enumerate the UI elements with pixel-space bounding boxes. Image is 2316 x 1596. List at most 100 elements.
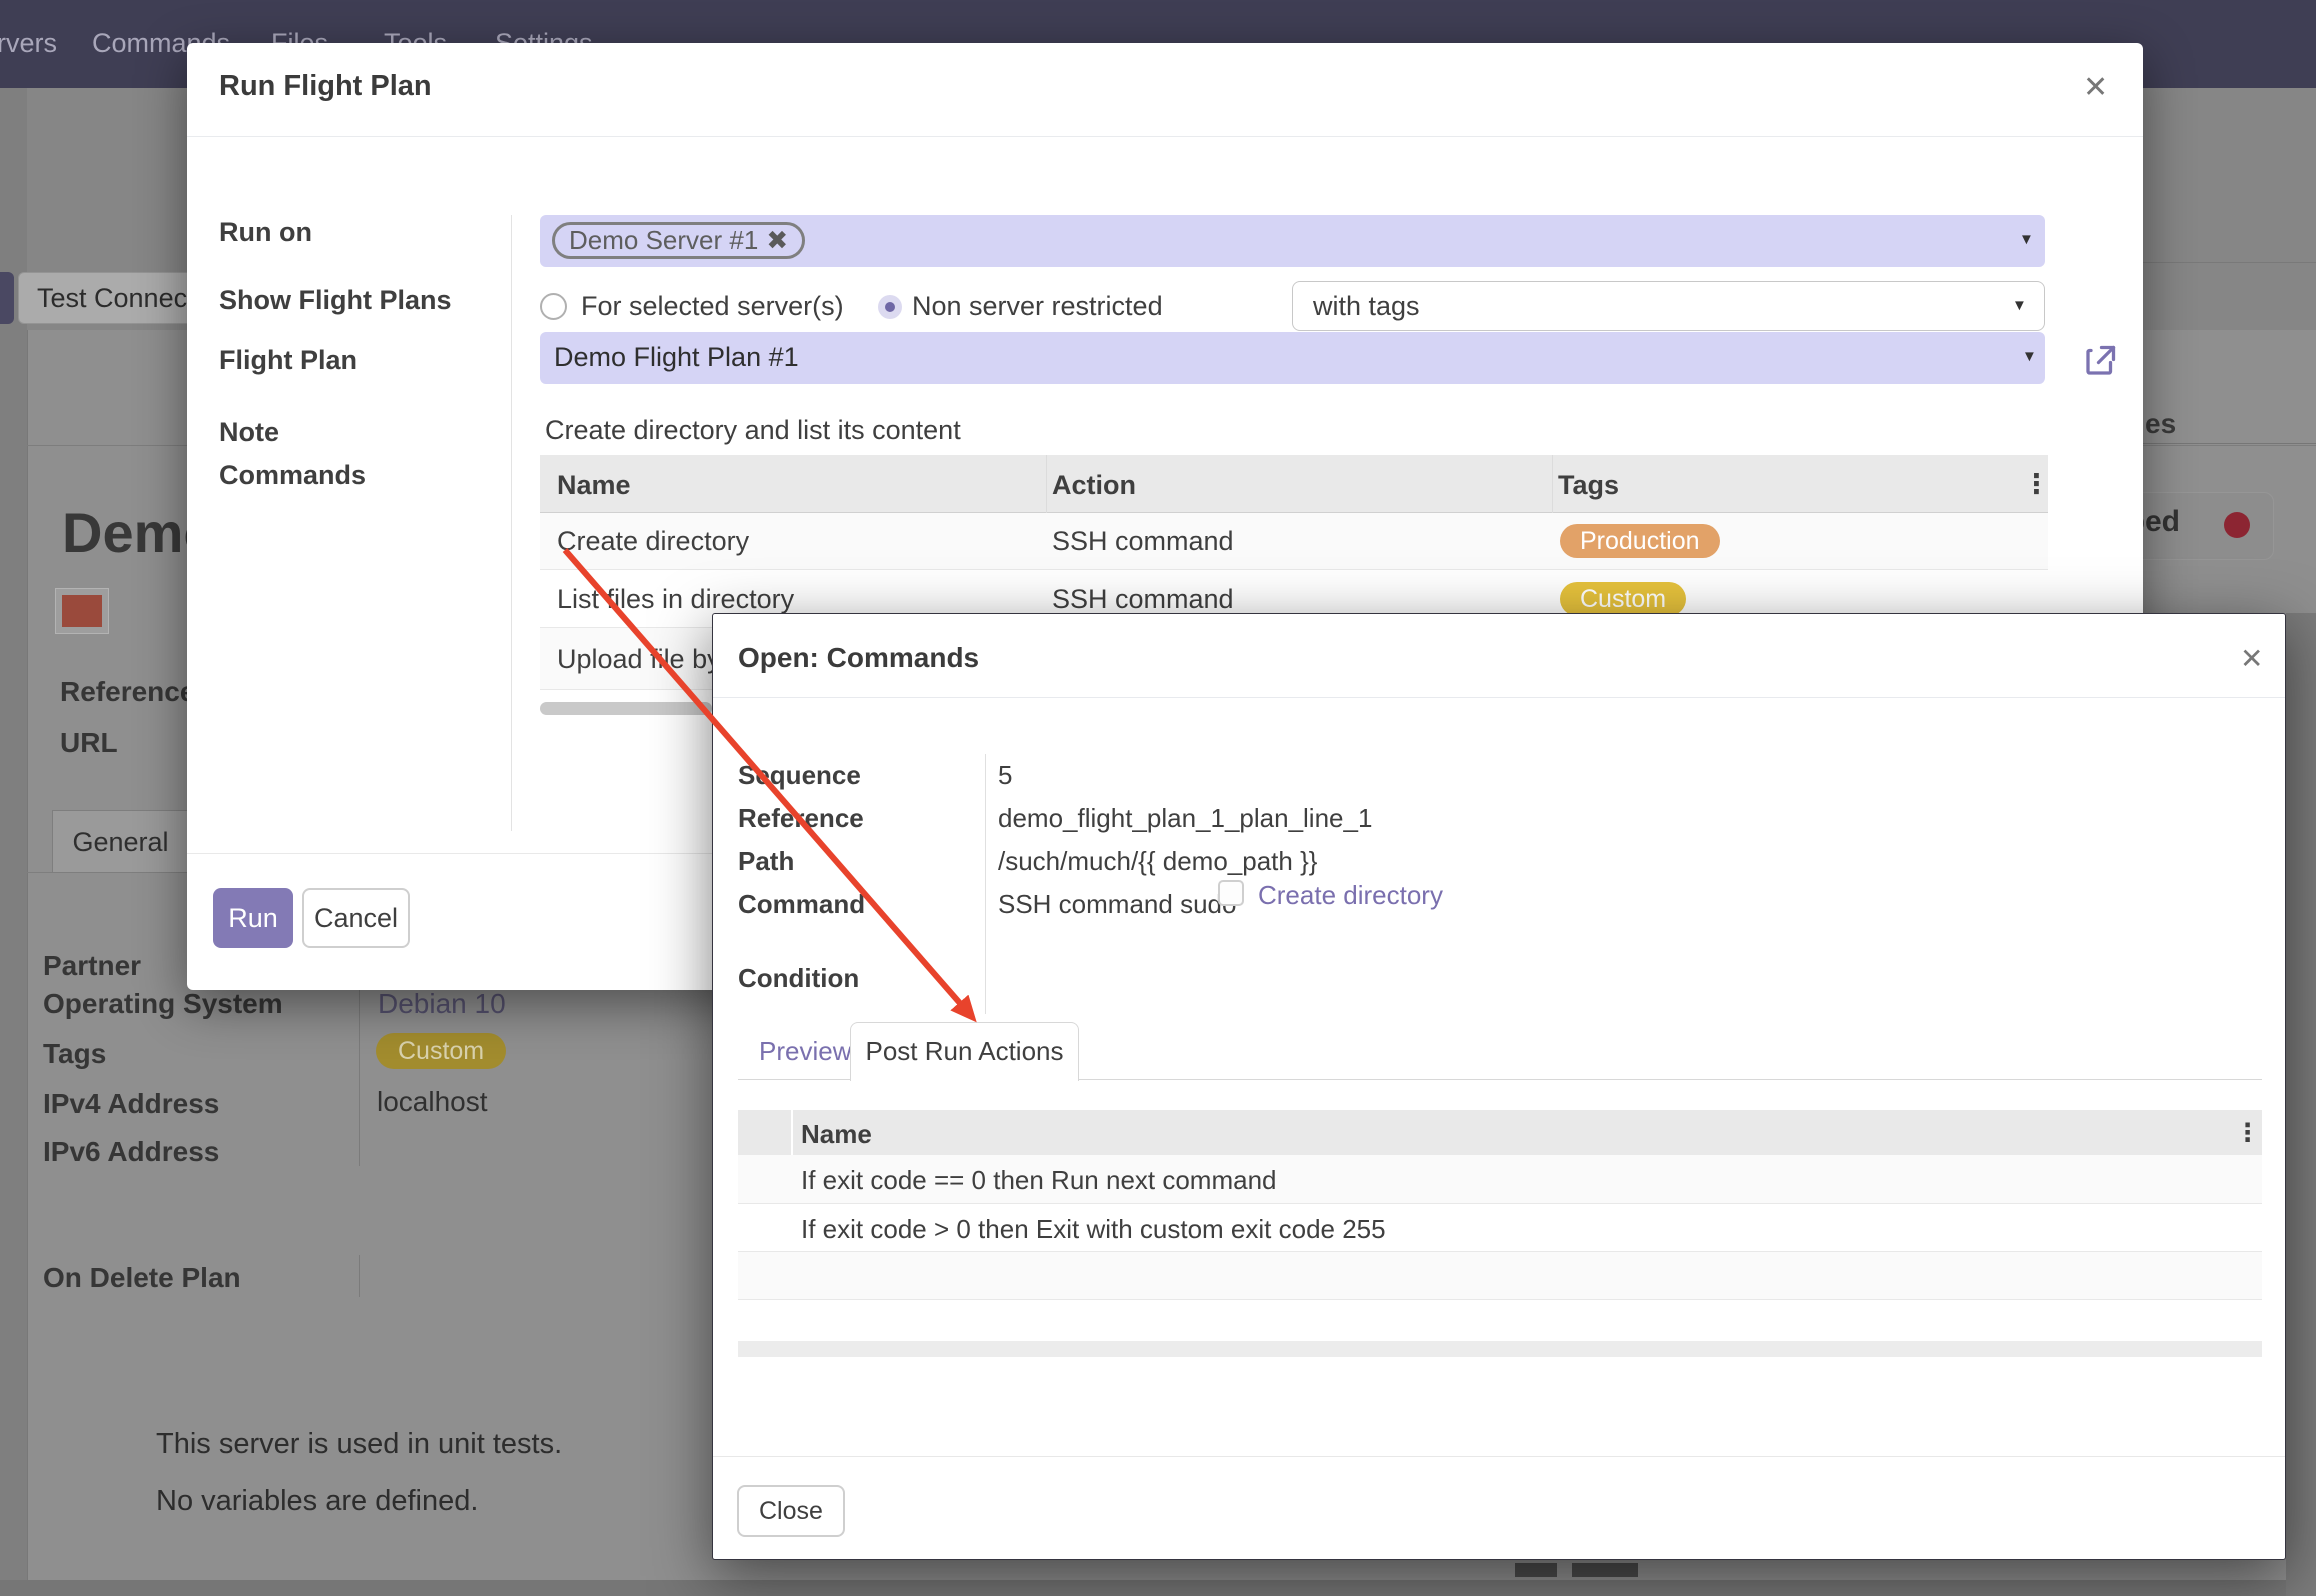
flight-plan-value: Demo Flight Plan #1 [554, 342, 799, 373]
label-ipv4: IPv4 Address [43, 1088, 219, 1120]
label-reference: Reference [738, 803, 864, 834]
label-path: Path [738, 846, 794, 877]
label-operating-system: Operating System [43, 988, 283, 1020]
form-column-separator [359, 990, 360, 1166]
run-on-multiselect[interactable]: Demo Server #1 ✖ [540, 215, 2045, 267]
tab-general[interactable]: General [52, 810, 189, 873]
dialog-title: Open: Commands [738, 642, 979, 674]
value-command: SSH command sudo [998, 889, 1236, 920]
value-sequence: 5 [998, 760, 1012, 791]
label-commands: Commands [219, 460, 366, 491]
column-header-tags[interactable]: Tags [1558, 470, 1619, 501]
open-commands-dialog: Open: Commands ✕ Sequence Reference Path… [712, 613, 2286, 1560]
table-row[interactable]: Create directory SSH command Production [540, 513, 2048, 570]
bg-row-divider [2143, 262, 2316, 263]
tab-preview[interactable]: Preview [759, 1023, 851, 1079]
tag-badge-custom: Custom [1560, 582, 1686, 616]
value-operating-system[interactable]: Debian 10 [378, 988, 506, 1020]
dialog-header-divider [187, 136, 2143, 137]
close-button[interactable]: Close [737, 1485, 845, 1537]
tags-filter-select[interactable]: with tags [1292, 281, 2045, 331]
create-directory-link[interactable]: Create directory [1258, 880, 1443, 911]
column-header-action[interactable]: Action [1052, 470, 1136, 501]
column-header-name[interactable]: Name [801, 1119, 872, 1150]
label-condition: Condition [738, 963, 859, 994]
column-separator [1046, 455, 1047, 513]
server-note-line2: No variables are defined. [156, 1485, 478, 1518]
close-icon[interactable]: ✕ [2240, 644, 2263, 674]
flight-plan-select[interactable]: Demo Flight Plan #1 [540, 332, 2045, 384]
table-options-icon[interactable]: ⋮ [2235, 1118, 2260, 1148]
dialog-title: Run Flight Plan [219, 70, 432, 103]
column-header-name[interactable]: Name [557, 470, 631, 501]
radio-non-server-restricted[interactable] [878, 295, 902, 319]
cell-action: SSH command [1052, 584, 1234, 615]
cell-name: List files in directory [557, 584, 794, 615]
horizontal-scrollbar[interactable] [540, 702, 712, 715]
table-row[interactable]: If exit code == 0 then Run next command [738, 1155, 2262, 1204]
run-button[interactable]: Run [213, 888, 293, 948]
chevron-down-icon[interactable]: ▼ [2012, 297, 2027, 314]
radio-selected-dot [885, 302, 895, 312]
color-swatch-fill [62, 595, 102, 627]
page-bottom-margin [0, 1580, 2316, 1596]
clipped-column-text: es [2145, 408, 2176, 440]
dialog-footer-divider [713, 1456, 2285, 1457]
table-footer-band [738, 1341, 2262, 1357]
label-url: URL [60, 727, 118, 759]
selected-server-tag[interactable]: Demo Server #1 ✖ [552, 222, 805, 259]
clipped-primary-button[interactable] [0, 272, 14, 324]
column-separator [1552, 455, 1553, 513]
label-flight-plan: Flight Plan [219, 345, 357, 376]
cancel-button[interactable]: Cancel [302, 888, 410, 948]
form-column-separator [985, 754, 986, 1014]
chevron-down-icon[interactable]: ▼ [2019, 231, 2034, 248]
tag-badge-production: Production [1560, 524, 1720, 558]
cell-name: If exit code == 0 then Run next command [801, 1165, 1277, 1196]
tags-filter-value: with tags [1313, 291, 1420, 322]
empty-table-row [738, 1252, 2262, 1300]
column-separator [791, 1110, 793, 1155]
label-reference: Reference [60, 676, 195, 708]
label-show-flight-plans: Show Flight Plans [219, 285, 452, 316]
form-column-separator [359, 1255, 360, 1297]
color-swatch[interactable] [55, 588, 109, 634]
table-row[interactable]: If exit code > 0 then Exit with custom e… [738, 1204, 2262, 1252]
table-options-icon[interactable]: ⋮ [2023, 469, 2050, 500]
dialog-header-divider [713, 697, 2285, 698]
actions-table-header: Name ⋮ [738, 1110, 2262, 1155]
value-reference: demo_flight_plan_1_plan_line_1 [998, 803, 1372, 834]
external-link-icon[interactable] [2082, 343, 2118, 379]
cell-name: Upload file by [557, 644, 721, 675]
selected-server-tag-label: Demo Server #1 [569, 225, 758, 255]
label-command: Command [738, 889, 865, 920]
remove-tag-icon[interactable]: ✖ [766, 225, 788, 255]
radio-non-server-restricted-label[interactable]: Non server restricted [912, 291, 1163, 322]
label-note: Note [219, 417, 279, 448]
server-note-line1: This server is used in unit tests. [156, 1428, 562, 1461]
chevron-down-icon[interactable]: ▼ [2022, 348, 2037, 365]
create-directory-checkbox[interactable] [1218, 880, 1244, 906]
label-ipv6: IPv6 Address [43, 1136, 219, 1168]
close-icon[interactable]: ✕ [2083, 73, 2108, 103]
flight-plan-note: Create directory and list its content [545, 415, 961, 446]
label-tags: Tags [43, 1038, 106, 1070]
radio-for-selected-servers-label[interactable]: For selected server(s) [581, 291, 844, 322]
value-ipv4: localhost [377, 1086, 488, 1118]
tag-badge-custom: Custom [376, 1033, 506, 1069]
nav-item-servers[interactable]: Servers [0, 28, 57, 59]
cell-name: Create directory [557, 526, 749, 557]
label-partner: Partner [43, 950, 141, 982]
form-column-separator [511, 215, 512, 831]
commands-table-header: Name Action Tags ⋮ [540, 455, 2048, 513]
page-right-margin [2286, 613, 2316, 1596]
clipped-bottom-text [1572, 1563, 1638, 1577]
clipped-bottom-text [1515, 1563, 1557, 1577]
label-run-on: Run on [219, 217, 312, 248]
status-dot-icon [2224, 512, 2250, 538]
value-path: /such/much/{{ demo_path }} [998, 846, 1317, 877]
cell-action: SSH command [1052, 526, 1234, 557]
radio-for-selected-servers[interactable] [540, 293, 567, 320]
cell-name: If exit code > 0 then Exit with custom e… [801, 1214, 1386, 1245]
tab-post-run-actions[interactable]: Post Run Actions [850, 1022, 1079, 1081]
